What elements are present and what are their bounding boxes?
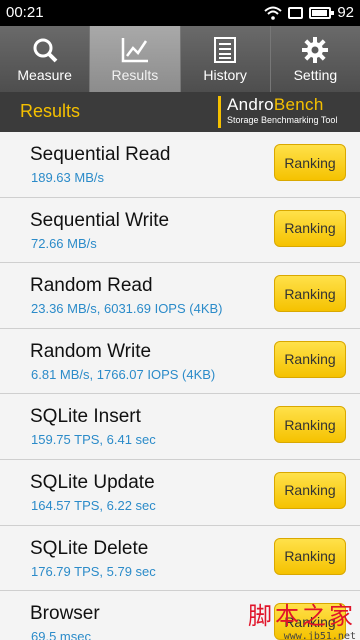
result-label: Random Write — [30, 340, 152, 362]
tab-setting[interactable]: Setting — [270, 26, 360, 92]
watermark-url: www.jb51.net — [283, 631, 356, 640]
battery-icon — [309, 6, 335, 19]
result-label: Browser — [30, 603, 100, 625]
chart-icon — [120, 35, 150, 65]
result-label: Sequential Read — [30, 144, 171, 165]
ranking-button[interactable]: Ranking — [274, 537, 346, 575]
watermark: 脚本之家 www.jb51.net — [226, 596, 356, 640]
logo-subtitle: Storage Benchmarking Tool — [227, 115, 338, 125]
page-title: Results — [20, 101, 81, 121]
tab-label: Measure — [17, 67, 72, 83]
tab-label: Results — [111, 67, 159, 83]
status-time: 00:21 — [6, 4, 44, 21]
result-value: 176.79 TPS, 5.79 sec — [31, 563, 156, 579]
result-value: 159.75 TPS, 6.41 sec — [31, 432, 156, 448]
result-label: Sequential Write — [30, 209, 170, 231]
ranking-button[interactable]: Ranking — [274, 340, 346, 378]
tab-label: History — [203, 67, 247, 83]
results-list[interactable]: Sequential Read 189.63 MB/s Ranking Sequ… — [0, 132, 360, 640]
list-item: Sequential Write 72.66 MB/s Ranking — [0, 197, 360, 264]
gear-icon — [301, 35, 329, 65]
result-value: 72.66 MB/s — [31, 235, 97, 251]
logo-name-b: Bench — [273, 95, 324, 114]
result-value: 69.5 msec — [31, 629, 91, 640]
watermark-text: 脚本之家 — [248, 602, 356, 630]
result-value: 23.36 MB/s, 6031.69 IOPS (4KB) — [31, 301, 223, 317]
ranking-button[interactable]: Ranking — [274, 144, 346, 181]
screen-icon — [288, 6, 304, 19]
tab-results[interactable]: Results — [90, 26, 181, 92]
result-label: SQLite Update — [30, 471, 155, 493]
wifi-icon — [264, 6, 282, 20]
result-value: 6.81 MB/s, 1766.07 IOPS (4KB) — [31, 366, 216, 382]
tab-measure[interactable]: Measure — [0, 26, 91, 92]
tab-label: Setting — [293, 67, 338, 83]
ranking-button[interactable]: Ranking — [274, 406, 346, 444]
status-bar: 00:21 92 — [0, 0, 360, 26]
list-item: Random Read 23.36 MB/s, 6031.69 IOPS (4K… — [0, 263, 360, 329]
tab-bar: Measure Results History Setting — [0, 26, 360, 92]
list-item: SQLite Insert 159.75 TPS, 6.41 sec Ranki… — [0, 394, 360, 460]
result-label: SQLite Insert — [30, 406, 141, 428]
ranking-button[interactable]: Ranking — [274, 209, 346, 247]
list-item: Random Write 6.81 MB/s, 1766.07 IOPS (4K… — [0, 328, 360, 395]
list-item: SQLite Delete 176.79 TPS, 5.79 sec Ranki… — [0, 525, 360, 592]
list-item: Sequential Read 189.63 MB/s Ranking — [0, 132, 360, 198]
list-item: SQLite Update 164.57 TPS, 6.22 sec Ranki… — [0, 459, 360, 526]
results-header: Results AndroBench Storage Benchmarking … — [0, 92, 360, 132]
androbench-logo: AndroBench Storage Benchmarking Tool — [218, 96, 352, 128]
result-value: 189.63 MB/s — [31, 170, 104, 185]
search-icon — [31, 35, 59, 65]
result-label: SQLite Delete — [30, 537, 149, 559]
tab-history[interactable]: History — [180, 26, 271, 92]
list-icon — [213, 35, 237, 65]
battery-level: 92 — [337, 4, 354, 21]
result-value: 164.57 TPS, 6.22 sec — [31, 497, 156, 513]
ranking-button[interactable]: Ranking — [274, 275, 346, 313]
logo-name-a: Andro — [227, 95, 274, 114]
ranking-button[interactable]: Ranking — [274, 471, 346, 509]
result-label: Random Read — [30, 275, 153, 297]
status-icons: 92 — [264, 4, 354, 21]
